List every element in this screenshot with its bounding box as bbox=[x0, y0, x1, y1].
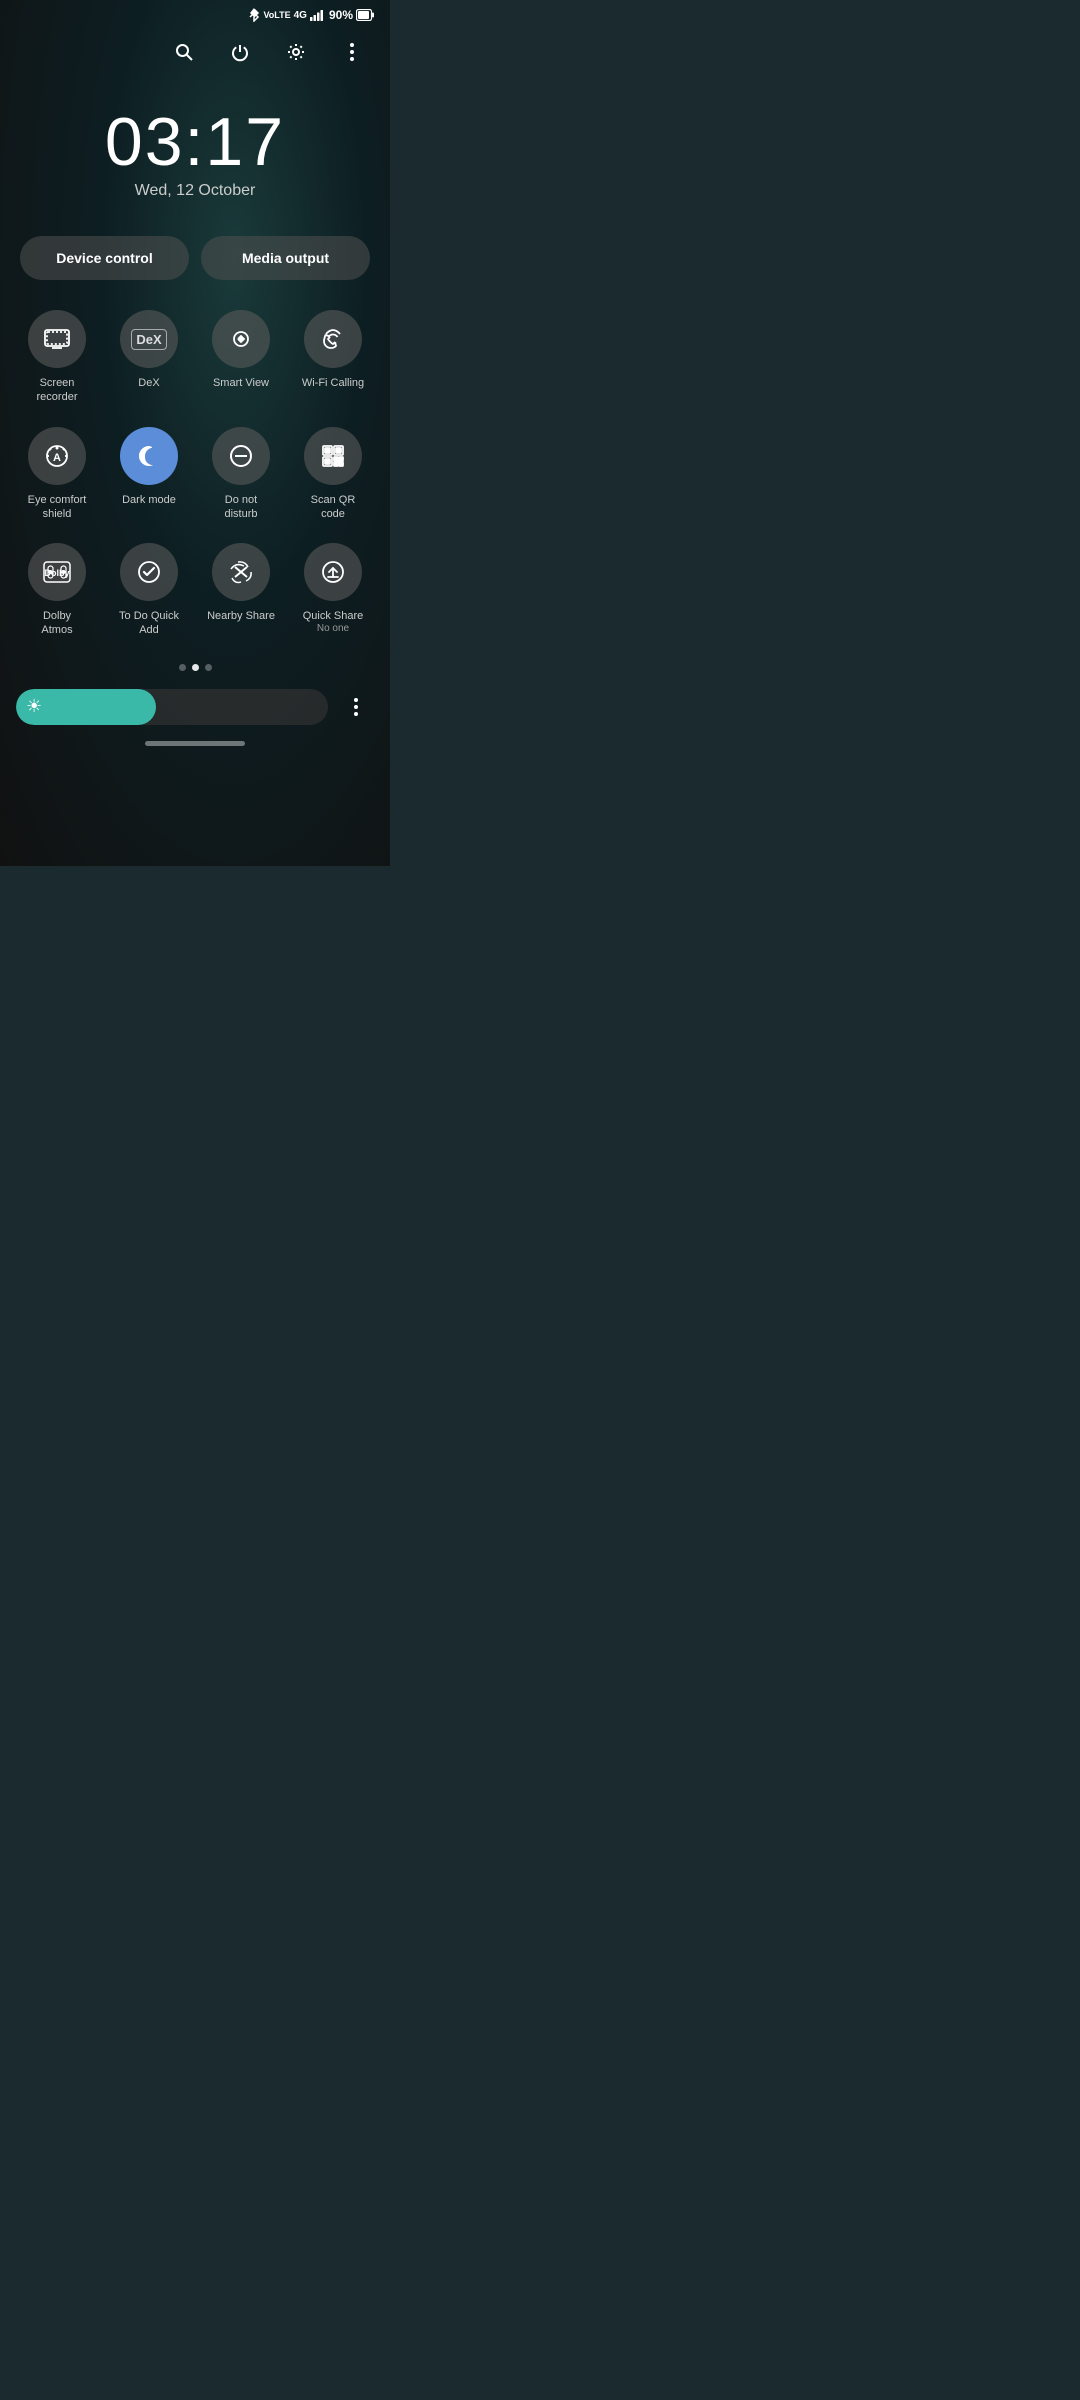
dolby-atmos-icon: Dolby bbox=[28, 543, 86, 601]
brightness-fill: ☀ bbox=[16, 689, 156, 725]
quick-share-label: Quick Share bbox=[303, 609, 364, 623]
control-buttons-row: Device control Media output bbox=[0, 220, 390, 292]
clock-section: 03:17 Wed, 12 October bbox=[0, 78, 390, 220]
dex-icon: DeX bbox=[120, 310, 178, 368]
quick-share-icon bbox=[304, 543, 362, 601]
dex-label: DeX bbox=[138, 376, 159, 390]
nearby-share-label: Nearby Share bbox=[207, 609, 275, 623]
qs-do-not-disturb[interactable]: Do notdisturb bbox=[196, 417, 286, 530]
qs-eye-comfort[interactable]: A Eye comfortshield bbox=[12, 417, 102, 530]
brightness-slider[interactable]: ☀ bbox=[16, 689, 328, 725]
dolby-atmos-label: DolbyAtmos bbox=[41, 609, 72, 638]
battery-percentage: 90% bbox=[329, 8, 353, 22]
eye-comfort-icon: A bbox=[28, 427, 86, 485]
brightness-icon: ☀ bbox=[26, 696, 42, 717]
todo-label: To Do QuickAdd bbox=[119, 609, 179, 638]
qs-screen-recorder[interactable]: Screenrecorder bbox=[12, 300, 102, 413]
qs-smart-view[interactable]: Smart View bbox=[196, 300, 286, 413]
qs-scan-qr[interactable]: Scan QRcode bbox=[288, 417, 378, 530]
brightness-row: ☀ bbox=[0, 681, 390, 733]
brightness-menu-button[interactable] bbox=[338, 689, 374, 725]
svg-text:A: A bbox=[53, 452, 61, 464]
quick-settings-grid: Screenrecorder DeX DeX Smart View bbox=[0, 292, 390, 654]
signal-icon bbox=[310, 9, 326, 21]
screen-recorder-label: Screenrecorder bbox=[37, 376, 78, 405]
power-button[interactable] bbox=[222, 34, 258, 70]
device-control-button[interactable]: Device control bbox=[20, 236, 189, 280]
qs-quick-share[interactable]: Quick Share No one bbox=[288, 533, 378, 646]
nav-pill bbox=[145, 741, 245, 746]
wifi-calling-label: Wi-Fi Calling bbox=[302, 376, 364, 390]
clock-date: Wed, 12 October bbox=[0, 182, 390, 200]
wifi-calling-icon bbox=[304, 310, 362, 368]
dark-mode-icon bbox=[120, 427, 178, 485]
smart-view-label: Smart View bbox=[213, 376, 269, 390]
bluetooth-icon bbox=[248, 8, 260, 22]
screen-recorder-icon bbox=[28, 310, 86, 368]
todo-icon bbox=[120, 543, 178, 601]
eye-comfort-label: Eye comfortshield bbox=[28, 493, 87, 522]
media-output-button[interactable]: Media output bbox=[201, 236, 370, 280]
battery-icon bbox=[356, 9, 374, 21]
do-not-disturb-label: Do notdisturb bbox=[224, 493, 257, 522]
do-not-disturb-icon bbox=[212, 427, 270, 485]
volte-icon: VoLTE bbox=[263, 10, 290, 20]
nearby-share-icon bbox=[212, 543, 270, 601]
top-controls bbox=[0, 26, 390, 78]
page-dots bbox=[0, 654, 390, 681]
qs-nearby-share[interactable]: Nearby Share bbox=[196, 533, 286, 646]
scan-qr-label: Scan QRcode bbox=[311, 493, 356, 522]
qs-dex[interactable]: DeX DeX bbox=[104, 300, 194, 413]
qs-wifi-calling[interactable]: Wi-Fi Calling bbox=[288, 300, 378, 413]
qs-dolby-atmos[interactable]: Dolby DolbyAtmos bbox=[12, 533, 102, 646]
dot-3 bbox=[205, 664, 212, 671]
dot-2 bbox=[192, 664, 199, 671]
nav-bar bbox=[0, 733, 390, 752]
qs-dark-mode[interactable]: Dark mode bbox=[104, 417, 194, 530]
smart-view-icon bbox=[212, 310, 270, 368]
quick-share-sublabel: No one bbox=[317, 623, 349, 634]
qs-todo-quick-add[interactable]: To Do QuickAdd bbox=[104, 533, 194, 646]
dot-1 bbox=[179, 664, 186, 671]
scan-qr-icon bbox=[304, 427, 362, 485]
search-button[interactable] bbox=[166, 34, 202, 70]
more-button[interactable] bbox=[334, 34, 370, 70]
dark-mode-label: Dark mode bbox=[122, 493, 176, 507]
clock-time: 03:17 bbox=[0, 108, 390, 176]
status-bar: VoLTE 4G 90% bbox=[0, 0, 390, 26]
4g-icon: 4G bbox=[294, 10, 307, 21]
settings-button[interactable] bbox=[278, 34, 314, 70]
